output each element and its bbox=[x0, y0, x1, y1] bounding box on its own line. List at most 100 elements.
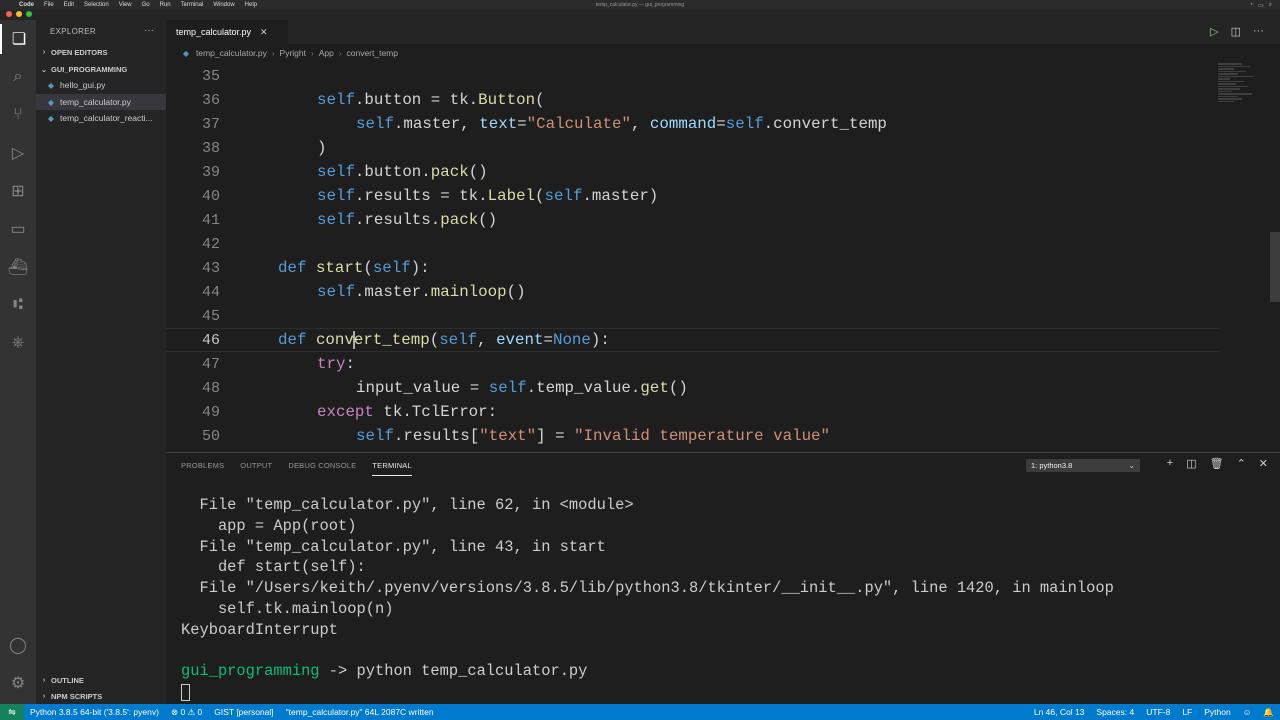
account-icon[interactable]: ◯ bbox=[0, 630, 36, 660]
zoom-window-button[interactable] bbox=[26, 11, 32, 17]
chevron-right-icon: › bbox=[271, 48, 275, 58]
code-line: 39 self.button.pack() bbox=[166, 160, 1220, 184]
line-number: 50 bbox=[201, 427, 220, 445]
error-icon: ⊗ bbox=[170, 706, 179, 717]
terminal-output[interactable]: File "temp_calculator.py", line 62, in <… bbox=[181, 495, 1261, 703]
tab-output[interactable]: OUTPUT bbox=[240, 457, 272, 476]
chevron-right-icon: › bbox=[42, 693, 46, 700]
file-name: temp_calculator_reacti... bbox=[60, 113, 153, 123]
prompt-command: python temp_calculator.py bbox=[356, 662, 588, 681]
code-line: 38) bbox=[166, 136, 1220, 160]
more-actions-icon[interactable]: ··· bbox=[144, 25, 154, 36]
npm-scripts-section[interactable]: › NPM SCRIPTS bbox=[40, 692, 102, 701]
menu-terminal[interactable]: Terminal bbox=[176, 2, 209, 8]
language-mode[interactable]: Python bbox=[1198, 707, 1236, 717]
code-line: 35 bbox=[166, 64, 1220, 88]
line-number: 44 bbox=[201, 283, 220, 301]
menu-edit[interactable]: Edit bbox=[59, 2, 79, 8]
close-window-button[interactable] bbox=[6, 11, 12, 17]
menu-view[interactable]: View bbox=[114, 2, 137, 8]
code-line: 47 try: bbox=[166, 352, 1220, 376]
terminal-line: KeyboardInterrupt bbox=[181, 620, 339, 639]
notifications-icon[interactable]: 🔔 bbox=[1257, 707, 1280, 718]
menu-run[interactable]: Run bbox=[155, 2, 176, 8]
remote-explorer-icon[interactable]: ▭ bbox=[0, 214, 36, 244]
bottom-panel: PROBLEMS OUTPUT DEBUG CONSOLE TERMINAL 1… bbox=[166, 452, 1280, 704]
folder-section[interactable]: ⌄ GUI_PROGRAMMING bbox=[40, 65, 127, 74]
open-editors-section[interactable]: › OPEN EDITORS bbox=[40, 48, 108, 57]
maximize-panel-icon[interactable]: ⌃ bbox=[1237, 457, 1246, 470]
feedback-icon[interactable]: ☺ bbox=[1237, 707, 1258, 717]
explorer-sidebar: EXPLORER ··· › OPEN EDITORS ⌄ GUI_PROGRA… bbox=[36, 20, 166, 704]
code-editor[interactable]: 35 36 self.button = tk.Button( 37 self.mas… bbox=[166, 62, 1280, 452]
python-file-icon: ◆ bbox=[182, 48, 190, 58]
docker-icon[interactable]: ⛴ bbox=[0, 252, 36, 282]
new-terminal-icon[interactable]: + bbox=[1167, 457, 1173, 470]
python-file-icon: ◆ bbox=[47, 113, 55, 123]
code-line: 49 except tk.TclError: bbox=[166, 400, 1220, 424]
search-icon[interactable]: ⌕ bbox=[0, 62, 36, 92]
code-line: 40 self.results = tk.Label(self.master) bbox=[166, 184, 1220, 208]
code-line: 48 input_value = self.temp_value.get() bbox=[166, 376, 1220, 400]
run-debug-icon[interactable]: ▷ bbox=[0, 138, 36, 168]
breadcrumb-class[interactable]: App bbox=[319, 48, 334, 58]
gist-status[interactable]: GIST [personal] bbox=[208, 707, 279, 717]
breadcrumb-file[interactable]: temp_calculator.py bbox=[196, 48, 267, 58]
editor-scrollbar[interactable] bbox=[1270, 232, 1280, 302]
source-control-icon[interactable]: ⑂ bbox=[0, 100, 36, 130]
terminal-select[interactable]: 1: python3.8 ⌄ bbox=[1026, 459, 1140, 472]
editor-actions: ▷ ◫ ··· bbox=[1210, 25, 1264, 38]
remote-icon[interactable]: ⇋ bbox=[0, 704, 24, 720]
menu-window[interactable]: Window bbox=[208, 2, 239, 8]
outline-section[interactable]: › OUTLINE bbox=[40, 676, 84, 685]
tab-problems[interactable]: PROBLEMS bbox=[181, 457, 224, 476]
terminal-line: app = App(root) bbox=[181, 516, 357, 535]
minimap[interactable] bbox=[1218, 62, 1258, 112]
breadcrumb-method[interactable]: convert_temp bbox=[346, 48, 398, 58]
line-number: 38 bbox=[201, 139, 220, 157]
terminal-input-line[interactable] bbox=[181, 682, 1261, 703]
editor-tab-temp-calculator[interactable]: temp_calculator.py ✕ bbox=[166, 20, 288, 44]
cursor-position[interactable]: Ln 46, Col 13 bbox=[1028, 707, 1091, 717]
menu-go[interactable]: Go bbox=[137, 2, 155, 8]
menu-file[interactable]: File bbox=[39, 2, 59, 8]
sidebar-title: EXPLORER bbox=[50, 27, 96, 36]
explorer-icon[interactable]: ❏ bbox=[0, 24, 36, 54]
line-number: 49 bbox=[201, 403, 220, 421]
menu-app[interactable]: Code bbox=[14, 2, 39, 8]
chevron-right-icon: › bbox=[311, 48, 314, 58]
file-item-hello-gui[interactable]: ◆ hello_gui.py bbox=[36, 77, 166, 93]
menu-selection[interactable]: Selection bbox=[79, 2, 114, 8]
trash-icon[interactable]: 🗑 bbox=[1210, 457, 1224, 470]
status-bar-right: Ln 46, Col 13 Spaces: 4 UTF-8 LF Python … bbox=[1028, 707, 1280, 718]
run-file-icon[interactable]: ▷ bbox=[1210, 25, 1218, 38]
file-item-temp-calculator-reactive[interactable]: ◆ temp_calculator_reacti... bbox=[36, 110, 166, 126]
end-of-line[interactable]: LF bbox=[1176, 707, 1198, 717]
tab-terminal[interactable]: TERMINAL bbox=[372, 457, 412, 476]
problems-indicator[interactable]: ⊗ 0 ⚠ 0 bbox=[165, 707, 208, 718]
terminal-line: File "temp_calculator.py", line 43, in s… bbox=[181, 537, 606, 556]
wifi-icon[interactable]: ◔ bbox=[1249, 2, 1253, 9]
close-icon[interactable]: ✕ bbox=[260, 27, 268, 38]
more-actions-icon[interactable]: ··· bbox=[1253, 25, 1264, 38]
git-graph-icon[interactable]: ⑆ bbox=[0, 290, 36, 320]
gear-icon[interactable]: ⚙ bbox=[0, 668, 36, 698]
close-panel-icon[interactable]: ✕ bbox=[1259, 457, 1268, 470]
minimize-window-button[interactable] bbox=[16, 11, 22, 17]
chevron-right-icon: › bbox=[338, 48, 342, 58]
split-editor-icon[interactable]: ◫ bbox=[1231, 25, 1241, 38]
extensions-icon[interactable]: ⊞ bbox=[0, 176, 36, 206]
python-interpreter[interactable]: Python 3.8.5 64-bit ('3.8.5': pyenv) bbox=[24, 707, 165, 717]
split-terminal-icon[interactable]: ◫ bbox=[1186, 457, 1196, 470]
indentation[interactable]: Spaces: 4 bbox=[1090, 707, 1140, 717]
encoding[interactable]: UTF-8 bbox=[1140, 707, 1176, 717]
kubernetes-icon[interactable]: ⎈ bbox=[0, 328, 36, 358]
editor-tab-bar: temp_calculator.py ✕ ▷ ◫ ··· bbox=[166, 20, 1280, 44]
breadcrumb-pyright[interactable]: Pyright bbox=[280, 48, 306, 58]
file-item-temp-calculator[interactable]: ◆ temp_calculator.py bbox=[36, 94, 166, 110]
line-number: 40 bbox=[201, 187, 220, 205]
battery-icon[interactable]: ▭ bbox=[1258, 2, 1264, 9]
tab-debug-console[interactable]: DEBUG CONSOLE bbox=[288, 457, 356, 476]
search-icon[interactable]: ⌕ bbox=[1269, 2, 1272, 9]
menu-help[interactable]: Help bbox=[240, 2, 262, 8]
